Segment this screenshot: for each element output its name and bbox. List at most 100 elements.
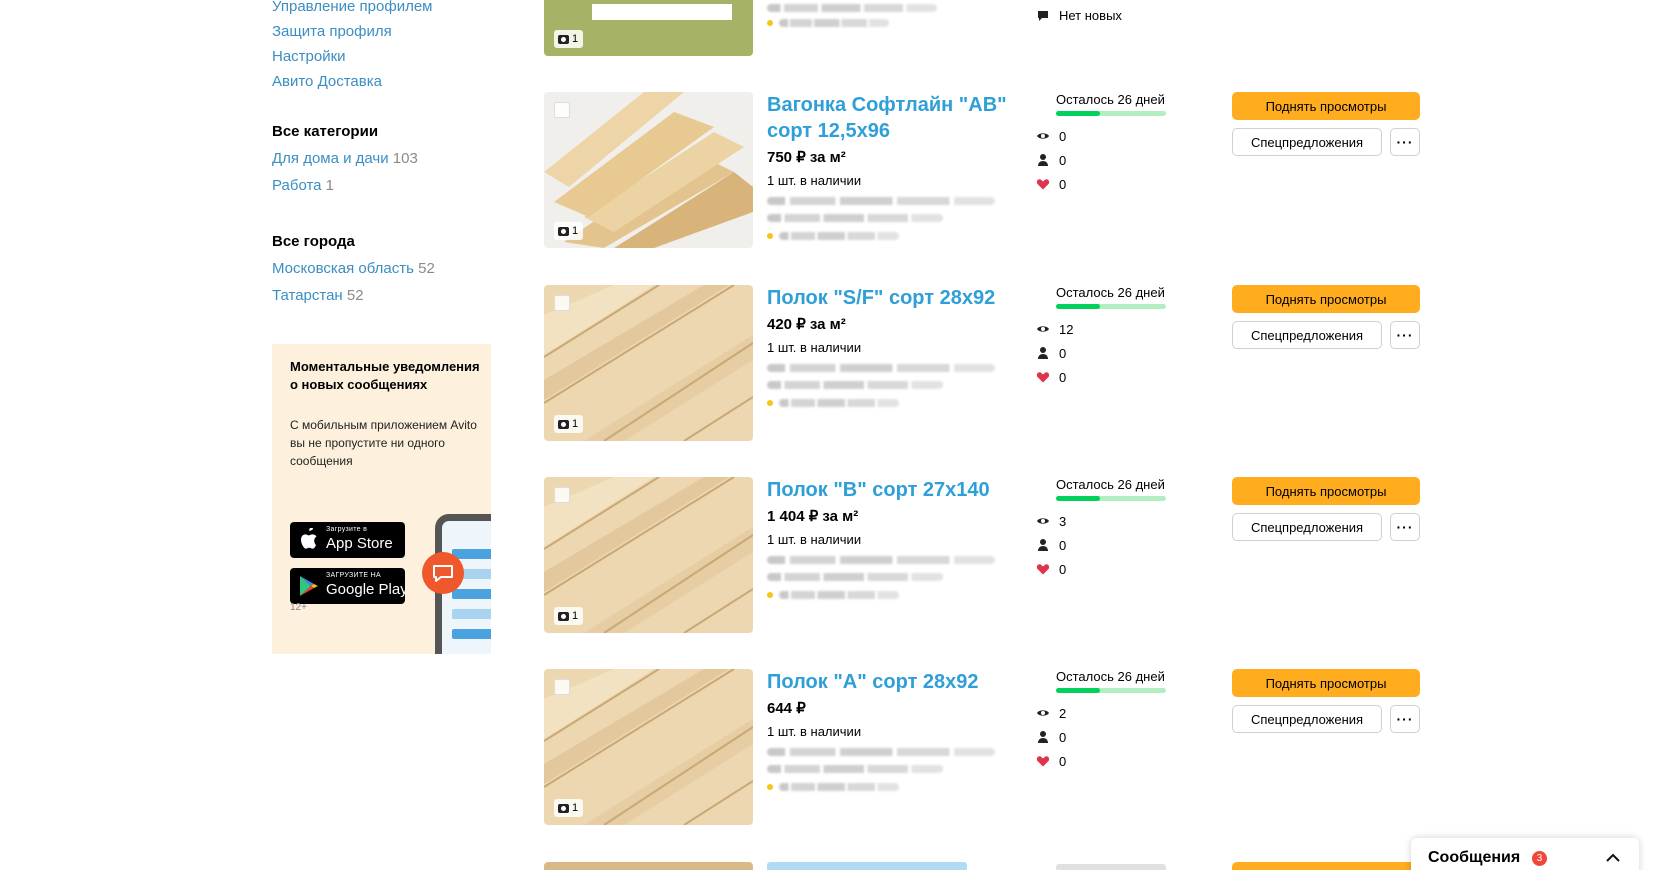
blurred-meta (779, 19, 889, 27)
listing-quantity: 1 шт. в наличии (767, 724, 862, 739)
category-label: Для дома и дачи (272, 150, 389, 167)
blurred-meta (779, 399, 899, 407)
photo-count-badge: 1 (554, 222, 584, 240)
messages-badge: 3 (1532, 851, 1547, 866)
special-offers-button[interactable]: Спецпредложения (1232, 513, 1382, 541)
status-dot (767, 784, 773, 790)
blurred-address (767, 381, 943, 389)
views-stat: 3 (1036, 513, 1066, 529)
listing-price: 1 404 ₽ за м² (767, 508, 859, 525)
days-progress-bar (1056, 688, 1166, 693)
photo-count-badge: 1 (554, 607, 584, 625)
city-link-tatarstan[interactable]: Татарстан 52 (272, 287, 364, 304)
status-dot (767, 20, 773, 26)
category-label: Работа (272, 177, 322, 194)
person-icon (1038, 154, 1048, 166)
category-count: 103 (392, 150, 418, 167)
listing-checkbox[interactable] (554, 487, 570, 503)
contacts-count: 0 (1059, 729, 1067, 745)
chevron-up-icon[interactable] (1605, 852, 1621, 864)
listing-title[interactable]: Полок "B" сорт 27x140 (767, 477, 1017, 503)
category-link-work[interactable]: Работа 1 (272, 177, 334, 194)
listing-thumbnail[interactable]: 1 (544, 477, 753, 633)
heart-icon (1036, 564, 1050, 575)
listing-checkbox[interactable] (554, 102, 570, 118)
listing-title-partial[interactable] (767, 862, 967, 870)
views-stat: 2 (1036, 705, 1066, 721)
messages-bar[interactable]: Сообщения 3 (1411, 838, 1639, 870)
days-progress-bar (1056, 496, 1166, 501)
listing-thumbnail[interactable]: 1 (544, 669, 753, 825)
blurred-address (767, 364, 995, 372)
favorites-count: 0 (1059, 176, 1067, 192)
message-icon (1038, 10, 1048, 21)
special-offers-button[interactable]: Спецпредложения (1232, 321, 1382, 349)
listing-thumbnail[interactable]: 1 (544, 92, 753, 248)
status-dot (767, 233, 773, 239)
city-link-moscow-region[interactable]: Московская область 52 (272, 260, 435, 277)
sidebar-link-manage-profile[interactable]: Управление профилем (272, 0, 433, 15)
raise-views-button[interactable]: Поднять просмотры (1232, 285, 1420, 313)
listing-thumbnail[interactable]: 1 (544, 285, 753, 441)
raise-button-partial[interactable] (1232, 862, 1420, 870)
blurred-address (767, 197, 995, 205)
listing-title[interactable]: Полок "S/F" сорт 28x92 (767, 285, 1017, 311)
more-options-button[interactable]: ··· (1390, 705, 1420, 733)
more-options-button[interactable]: ··· (1390, 321, 1420, 349)
more-options-button[interactable]: ··· (1390, 513, 1420, 541)
google-play-button[interactable]: ЗАГРУЗИТЕ НА Google Play (290, 568, 408, 604)
listing-price: 750 ₽ за м² (767, 149, 846, 166)
sidebar-link-avito-delivery[interactable]: Авито Доставка (272, 73, 382, 90)
category-link-home[interactable]: Для дома и дачи 103 (272, 150, 418, 167)
camera-icon (558, 226, 569, 236)
eye-icon (1037, 133, 1049, 139)
listing-title[interactable]: Вагонка Софтлайн "AB" сорт 12,5x96 (767, 92, 1017, 144)
blurred-address (767, 573, 943, 581)
blurred-meta (779, 232, 899, 240)
views-stat: 12 (1036, 321, 1073, 337)
special-offers-button[interactable]: Спецпредложения (1232, 128, 1382, 156)
favorites-count: 0 (1059, 369, 1067, 385)
listing-item: 1 Вагонка Софтлайн "AB" сорт 12,5x96 750… (544, 92, 1444, 248)
listing-thumbnail[interactable] (544, 862, 753, 870)
heart-icon (1036, 179, 1050, 190)
app-promo-banner: Моментальные уведомления о новых сообщен… (272, 344, 491, 654)
more-options-button[interactable]: ··· (1390, 128, 1420, 156)
listing-price: 644 ₽ (767, 700, 806, 717)
person-icon (1038, 347, 1048, 359)
google-play-small-text: ЗАГРУЗИТЕ НА (326, 572, 381, 579)
blurred-meta (779, 783, 899, 791)
cities-heading: Все города (272, 233, 355, 250)
app-store-button[interactable]: Загрузите в App Store (290, 522, 405, 558)
raise-views-button[interactable]: Поднять просмотры (1232, 477, 1420, 505)
app-store-big-text: App Store (326, 535, 393, 552)
listing-quantity: 1 шт. в наличии (767, 173, 862, 188)
sidebar-link-profile-security[interactable]: Защита профиля (272, 23, 392, 40)
contacts-stat: 0 (1036, 537, 1066, 553)
category-count: 1 (325, 177, 335, 194)
days-progress-fill (1056, 496, 1100, 501)
raise-views-button[interactable]: Поднять просмотры (1232, 669, 1420, 697)
listing-quantity: 1 шт. в наличии (767, 532, 862, 547)
sidebar-link-settings[interactable]: Настройки (272, 48, 346, 65)
contacts-count: 0 (1059, 152, 1067, 168)
chat-bubble-icon (422, 552, 464, 594)
views-count: 2 (1059, 705, 1067, 721)
favorites-count: 0 (1059, 561, 1067, 577)
listing-checkbox[interactable] (554, 679, 570, 695)
person-icon (1038, 731, 1048, 743)
status-dot (767, 592, 773, 598)
special-offers-button[interactable]: Спецпредложения (1232, 705, 1382, 733)
photo-count: 1 (572, 418, 579, 430)
contacts-stat: 0 (1036, 345, 1066, 361)
listing-thumbnail[interactable]: 1 (544, 0, 753, 56)
raise-views-button[interactable]: Поднять просмотры (1232, 92, 1420, 120)
listing-checkbox[interactable] (554, 295, 570, 311)
views-count: 3 (1059, 513, 1067, 529)
contacts-stat: 0 (1036, 152, 1066, 168)
photo-count-badge: 1 (554, 415, 584, 433)
city-label: Татарстан (272, 287, 343, 304)
days-left-partial (1056, 864, 1166, 870)
listing-title[interactable]: Полок "A" сорт 28x92 (767, 669, 1017, 695)
days-progress-fill (1056, 688, 1100, 693)
